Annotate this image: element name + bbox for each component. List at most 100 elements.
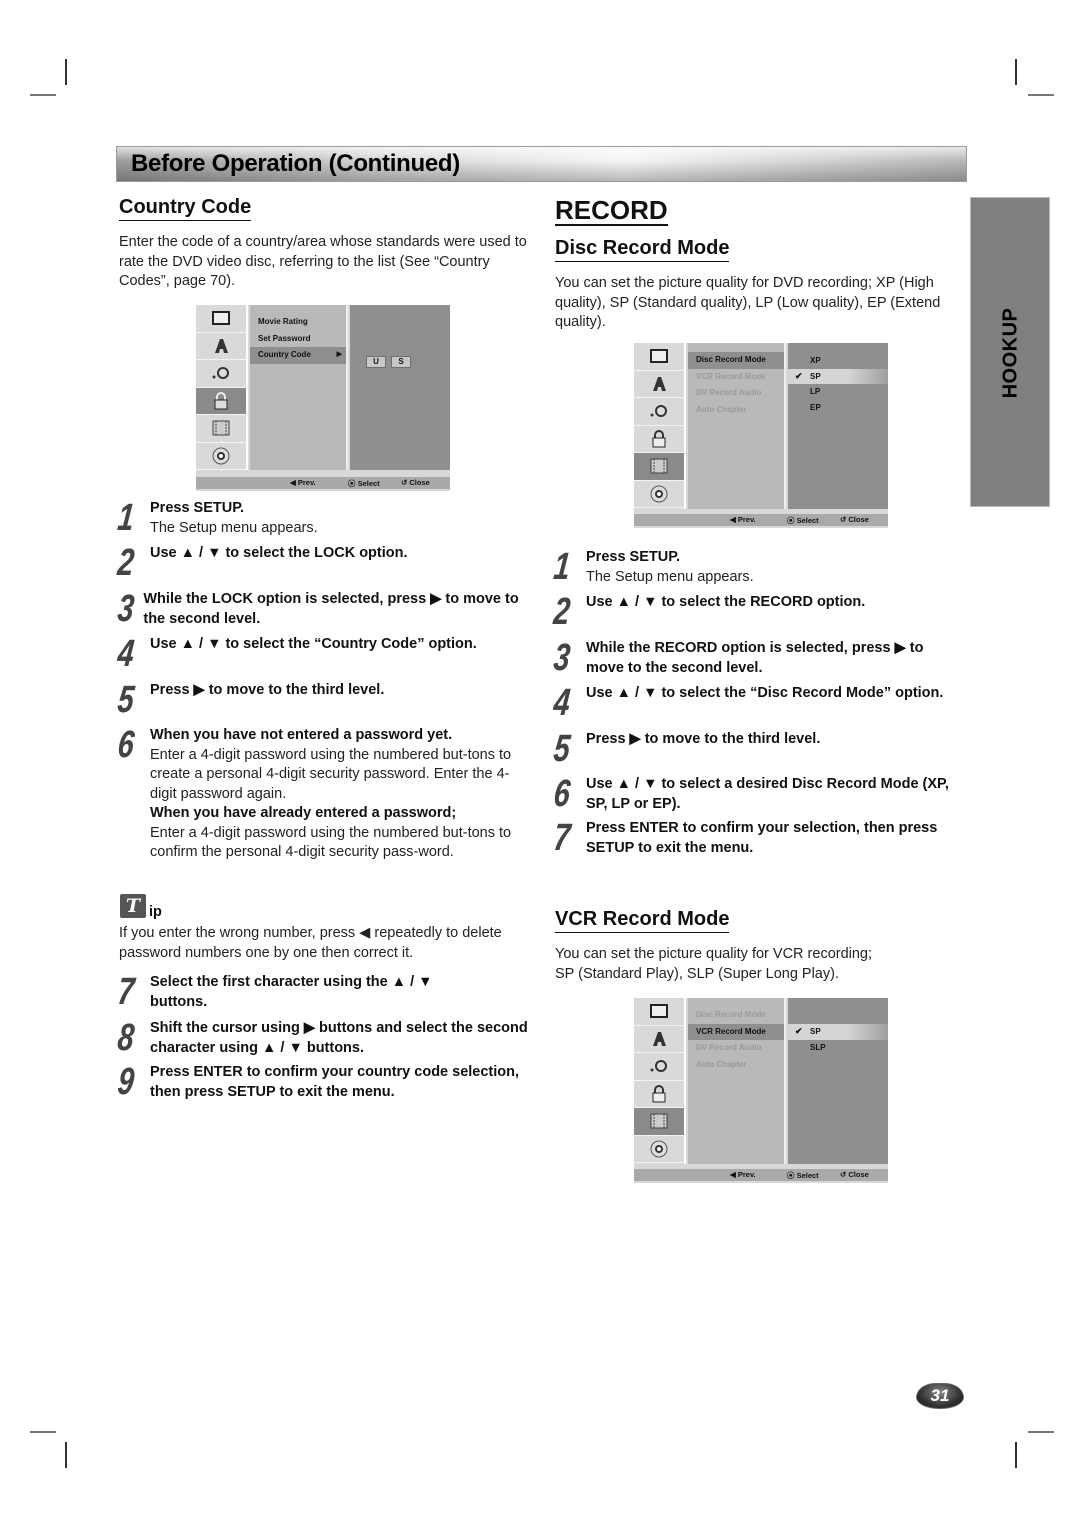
record-icon[interactable] (634, 1108, 684, 1136)
menu-item-set-password[interactable]: Set Password (250, 331, 346, 348)
menu-item-auto-chapter[interactable]: Auto Chapter (688, 402, 784, 419)
setup-menu-disc-record: Disc Record Mode VCR Record Mode DV Reco… (634, 343, 888, 528)
step-note: The Setup menu appears. (150, 519, 318, 536)
record-step-4: 4 Use ▲ / ▼ to select the “Disc Record M… (552, 682, 966, 724)
record-heading: RECORD (555, 195, 668, 226)
option-sp[interactable]: ✔ SP (788, 368, 888, 384)
step-number: 4 (115, 633, 135, 675)
crop-mark (65, 59, 67, 85)
language-icon[interactable] (196, 333, 246, 360)
language-icon[interactable] (634, 1026, 684, 1053)
record-step-3: 3 While the RECORD option is selected, p… (552, 637, 966, 679)
step-number: 3 (115, 588, 135, 630)
audio-icon[interactable] (196, 360, 246, 388)
select-hint: ⦿ Select (787, 1171, 819, 1180)
arrow-right-icon: ▶ (336, 351, 342, 358)
option-sp[interactable]: ✔ SP (788, 1024, 888, 1040)
country-code-char-1[interactable]: U (366, 356, 386, 368)
step-number: 2 (551, 591, 571, 633)
country-code-heading: Country Code (119, 196, 252, 221)
tip-label: ip (149, 904, 162, 920)
menu-footer: ◀ Prev. ⦿ Select ↺ Close (634, 1169, 888, 1181)
audio-icon[interactable] (634, 398, 684, 426)
disc-icon[interactable] (634, 1136, 684, 1163)
disc-record-intro: You can set the picture quality for DVD … (555, 275, 941, 330)
step-instruction: Shift the cursor using ▶ buttons and sel… (150, 1020, 528, 1056)
menu-item-movie-rating[interactable]: Movie Rating (250, 314, 346, 331)
step-instruction: While the RECORD option is selected, pre… (586, 640, 924, 676)
country-code-char-2[interactable]: S (391, 356, 411, 368)
step-note: The Setup menu appears. (586, 568, 754, 585)
menu-item-label: Country Code (258, 350, 311, 359)
section-banner: Before Operation (Continued) (116, 146, 967, 182)
option-label: SP (810, 371, 821, 381)
step-number: 5 (115, 679, 135, 721)
menu-item-disc-record-mode[interactable]: Disc Record Mode (688, 352, 784, 369)
option-label: SP (810, 1027, 821, 1036)
menu-item-vcr-record-mode[interactable]: VCR Record Mode (688, 369, 784, 386)
menu-item-country-code[interactable]: Country Code ▶ (250, 347, 346, 364)
disc-icon[interactable] (634, 481, 684, 508)
step-instruction: Use ▲ / ▼ to select the “Disc Record Mod… (586, 685, 944, 701)
step-instruction-alt: When you have already entered a password… (150, 805, 457, 821)
setup-menu-lock: Movie Rating Set Password Country Code ▶… (196, 305, 450, 491)
option-xp[interactable]: XP (788, 353, 888, 369)
option-slp[interactable]: SLP (788, 1040, 888, 1056)
menu-icon-column (196, 305, 248, 470)
crop-mark (1015, 59, 1017, 85)
step-instruction: Press ▶ to move to the third level. (586, 731, 821, 747)
close-hint: ↺ Close (840, 515, 869, 524)
lock-icon[interactable] (196, 387, 246, 415)
step-instruction: Press SETUP. (150, 500, 245, 516)
crop-mark (1015, 1442, 1017, 1468)
lock-icon[interactable] (634, 1081, 684, 1108)
menu-value-column: US (350, 305, 450, 470)
menu-options-column: Movie Rating Set Password Country Code ▶ (250, 305, 348, 470)
menu-item-dv-record-audio[interactable]: DV Record Audio (688, 1040, 784, 1057)
step-instruction: Use ▲ / ▼ to select the LOCK option. (150, 545, 408, 561)
menu-item-disc-record-mode[interactable]: Disc Record Mode (688, 1007, 784, 1024)
select-hint: ⦿ Select (787, 516, 819, 525)
tip-text: If you enter the wrong number, press ◀ r… (119, 925, 502, 961)
record-step-7: 7 Press ENTER to confirm your selection,… (552, 817, 966, 859)
step-instruction: Select the first character using the ▲ /… (150, 974, 433, 1010)
prev-hint: ◀ Prev. (730, 1170, 756, 1179)
menu-value-column: ✔ SP SLP (788, 998, 888, 1164)
step-8: 8 Shift the cursor using ▶ buttons and s… (116, 1017, 530, 1059)
disc-record-mode-heading: Disc Record Mode (555, 237, 730, 262)
step-instruction: While the LOCK option is selected, press… (143, 591, 519, 627)
close-hint: ↺ Close (840, 1170, 869, 1179)
disc-icon[interactable] (196, 443, 246, 470)
close-hint: ↺ Close (401, 478, 430, 487)
lock-icon[interactable] (634, 426, 684, 453)
record-icon[interactable] (634, 453, 684, 481)
vcr-record-intro: You can set the picture quality for VCR … (555, 946, 873, 982)
step-number: 1 (115, 497, 135, 539)
step-instruction: Press ENTER to confirm your selection, t… (586, 820, 938, 856)
step-number: 6 (551, 773, 571, 815)
tv-icon[interactable] (634, 998, 684, 1026)
audio-icon[interactable] (634, 1053, 684, 1081)
menu-icon-column (634, 343, 686, 509)
vcr-record-mode-heading: VCR Record Mode (555, 908, 730, 933)
option-lp[interactable]: LP (788, 384, 888, 400)
record-icon[interactable] (196, 415, 246, 443)
menu-item-auto-chapter[interactable]: Auto Chapter (688, 1057, 784, 1074)
tv-icon[interactable] (196, 305, 246, 333)
menu-item-dv-record-audio[interactable]: DV Record Audio (688, 385, 784, 402)
step-1: 1 Press SETUP. The Setup menu appears. (116, 497, 530, 539)
step-4: 4 Use ▲ / ▼ to select the “Country Code”… (116, 633, 530, 675)
step-5: 5 Press ▶ to move to the third level. (116, 679, 530, 721)
step-instruction: When you have not entered a password yet… (150, 727, 453, 743)
language-icon[interactable] (634, 371, 684, 398)
prev-hint: ◀ Prev. (290, 478, 316, 487)
step-6: 6 When you have not entered a password y… (116, 724, 530, 863)
step-number: 9 (115, 1061, 135, 1103)
tv-icon[interactable] (634, 343, 684, 371)
step-instruction: Use ▲ / ▼ to select a desired Disc Recor… (586, 776, 949, 812)
option-ep[interactable]: EP (788, 400, 888, 416)
step-number: 5 (551, 728, 571, 770)
menu-item-vcr-record-mode[interactable]: VCR Record Mode (688, 1023, 784, 1040)
step-number: 8 (115, 1017, 135, 1059)
menu-options-column: Disc Record Mode VCR Record Mode DV Reco… (688, 343, 786, 509)
